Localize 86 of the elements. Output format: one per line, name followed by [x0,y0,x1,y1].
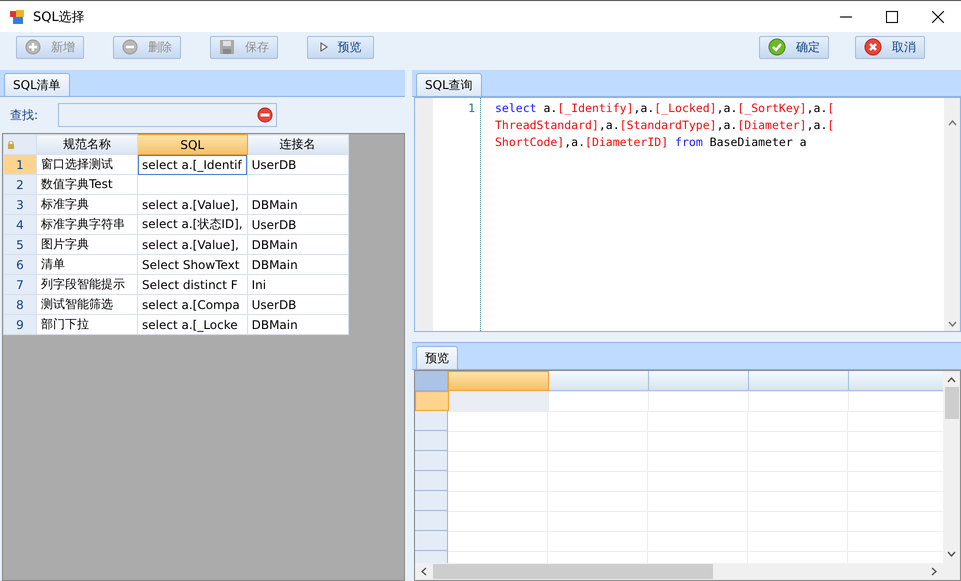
scroll-right-icon[interactable] [931,567,937,576]
row-header[interactable]: 6 [4,254,36,274]
table-cell: UserDB [247,154,348,174]
table-cell: Ini [247,274,348,294]
code-line: ShortCode],a.[DiameterID] from BaseDiameter a [495,134,807,151]
code-line: ThreadStandard],a.[StandardType],a.[Diameter],a.[ [495,117,834,134]
table-cell: 清单 [36,254,138,274]
column-header[interactable]: 连接名 [247,134,348,154]
row-header[interactable]: 4 [4,214,36,234]
row-header[interactable]: 9 [4,314,36,334]
column-header[interactable] [649,371,749,391]
table-cell: 测试智能筛选 [36,294,138,314]
column-header[interactable]: SQL [138,134,248,154]
table-cell: 标准字典字符串 [36,214,138,234]
row-header[interactable] [415,451,448,471]
row-header[interactable]: 1 [4,154,36,174]
row-header[interactable] [415,511,448,531]
table-cell: select a.[Value], [138,234,248,254]
table-cell: Select distinct F [138,274,248,294]
lock-icon [8,140,14,148]
column-header[interactable] [549,371,649,391]
table-cell: DBMain [247,194,348,214]
table-cell: DBMain [247,254,348,274]
table-cell: DBMain [247,234,348,254]
plus-icon [25,39,41,55]
window-title: SQL选择 [33,8,85,26]
row-header[interactable]: 3 [4,194,36,214]
row-header[interactable] [415,471,448,491]
row-header[interactable]: 5 [4,234,36,254]
table-cell: UserDB [247,214,348,234]
scrollbar[interactable] [944,98,960,331]
table-cell: Select ShowText [138,254,248,274]
table-cell: select a.[_Identif [138,154,248,174]
scroll-thumb[interactable] [433,564,713,579]
play-icon [320,42,328,52]
table-cell: select a.[状态ID], [138,214,248,234]
table-cell: 窗口选择测试 [36,154,138,174]
row-header[interactable] [415,431,448,451]
table-cell: 标准字典 [36,194,138,214]
row-header[interactable] [415,491,448,511]
row-header[interactable]: 8 [4,294,36,314]
scroll-up-icon[interactable] [948,120,956,126]
table-cell: DBMain [247,314,348,334]
column-header[interactable]: 规范名称 [36,134,138,154]
minus-icon [122,39,138,55]
column-header[interactable] [749,371,849,391]
toolbar-button[interactable]: 预览 [307,36,374,58]
row-header[interactable]: 2 [4,174,36,194]
dialog-button[interactable]: 确定 [759,36,829,58]
table-cell: UserDB [247,294,348,314]
search-field[interactable] [58,103,277,127]
save-icon [219,39,235,55]
row-header[interactable] [415,391,449,411]
table-cell: 数值字典Test [36,174,138,194]
clear-icon[interactable] [257,107,273,123]
tab[interactable]: 预览 [416,346,458,369]
scrollbar[interactable] [943,371,960,563]
table-cell: 列字段智能提示 [36,274,138,294]
table-cell: select a.[_Locke [138,314,248,334]
scroll-thumb[interactable] [944,387,958,419]
cancel-icon [864,38,882,56]
row-header[interactable] [415,531,448,551]
check-icon [768,38,786,56]
table-cell: select a.[Value], [138,194,248,214]
table-cell: select a.[Compa [138,294,248,314]
search-label: 查找: [10,106,40,124]
code-editor[interactable]: 1 select a.[_Identify],a.[_Locked],a.[_SortKey],a.[ ThreadStandard],a.[StandardType],a.[Diameter],a.[ ShortCode],a.[DiameterID] from BaseDiameter a [414,97,961,332]
tab[interactable]: SQL清单 [4,73,70,96]
maximize-icon[interactable] [886,10,898,22]
table-cell: 部门下拉 [36,314,138,334]
table-cell: 图片字典 [36,234,138,254]
tab[interactable]: SQL查询 [416,73,482,96]
dialog-button[interactable]: 取消 [855,36,925,58]
scrollbar[interactable] [415,563,960,580]
scroll-up-icon[interactable] [947,377,956,383]
row-header[interactable] [415,411,448,431]
column-header[interactable] [448,371,549,391]
scroll-left-icon[interactable] [421,567,427,576]
code-line: select a.[_Identify],a.[_Locked],a.[_SortKey],a.[ [495,100,834,117]
app-icon [9,8,25,24]
close-icon[interactable] [932,10,944,22]
line-number: 1 [468,101,475,115]
row-header[interactable]: 7 [4,274,36,294]
corner-header[interactable] [415,371,448,391]
scroll-down-icon[interactable] [947,551,956,557]
scroll-down-icon[interactable] [948,321,956,327]
